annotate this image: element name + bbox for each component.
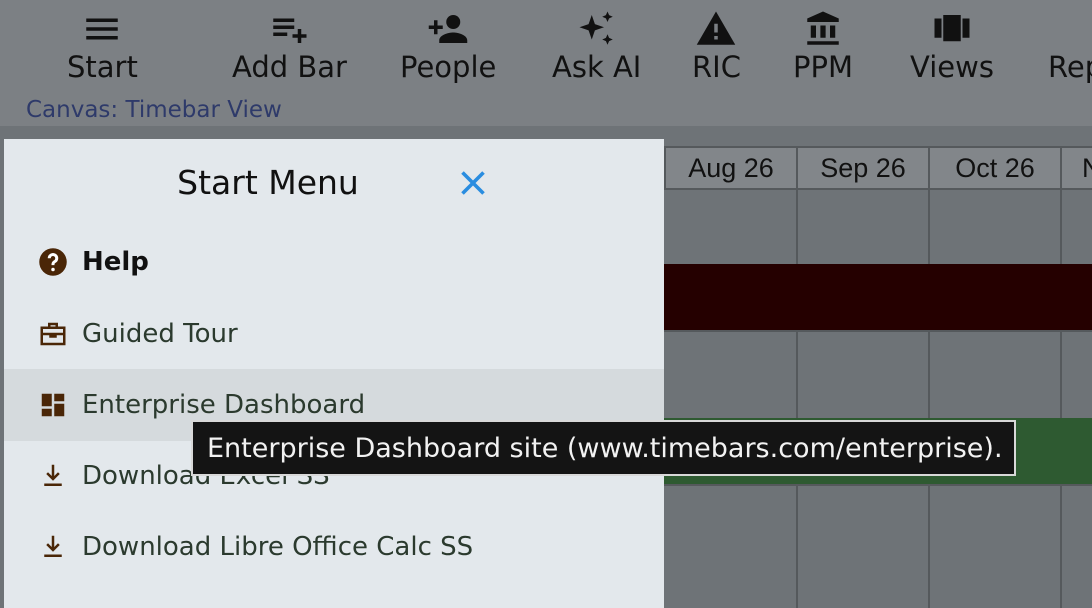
toolbar-ask-ai-button[interactable]: Ask AI xyxy=(552,8,641,82)
download-icon xyxy=(44,464,62,486)
close-icon xyxy=(461,171,485,195)
sparkles-icon xyxy=(579,11,613,45)
top-toolbar: Start Add Bar People Ask AI RIC PPM View… xyxy=(0,0,1092,126)
playlist-add-icon xyxy=(273,18,307,43)
person-add-icon xyxy=(428,15,468,43)
month-header: N xyxy=(1060,146,1092,190)
close-button[interactable] xyxy=(455,165,491,201)
grid-line xyxy=(796,190,798,608)
toolbar-views-button[interactable]: Views xyxy=(910,8,994,82)
toolbar-add-bar-label: Add Bar xyxy=(232,50,347,84)
toolbar-ppm-label: PPM xyxy=(793,50,853,84)
help-circle-icon xyxy=(39,248,67,276)
toolbar-views-label: Views xyxy=(910,50,994,84)
toolbar-people-label: People xyxy=(400,50,497,84)
download-icon xyxy=(44,535,62,557)
menu-item-label: Guided Tour xyxy=(82,319,238,349)
bank-icon xyxy=(807,11,839,45)
toolbar-rep-button[interactable]: Rep xyxy=(1048,8,1092,82)
toolbar-ask-ai-label: Ask AI xyxy=(552,50,642,84)
month-header: Sep 26 xyxy=(796,146,930,190)
start-menu-panel: Start Menu Help Guided Tour Enterprise D… xyxy=(4,139,664,608)
hamburger-menu-icon xyxy=(86,18,119,40)
month-header: Aug 26 xyxy=(664,146,798,190)
dashboard-icon xyxy=(41,393,65,417)
menu-item-label: Enterprise Dashboard xyxy=(82,390,366,420)
toolbar-start-button[interactable]: Start xyxy=(67,8,138,82)
toolbar-ppm-button[interactable]: PPM xyxy=(793,8,853,82)
report-icon xyxy=(1086,8,1092,50)
briefcase-icon xyxy=(40,322,66,346)
month-header: Oct 26 xyxy=(928,146,1062,190)
canvas-label: Canvas: Timebar View xyxy=(26,97,282,123)
row-divider xyxy=(664,330,1092,332)
toolbar-ric-button[interactable]: RIC xyxy=(692,8,741,82)
toolbar-rep-label: Rep xyxy=(1048,50,1092,84)
warning-icon xyxy=(697,11,736,45)
toolbar-add-bar-button[interactable]: Add Bar xyxy=(232,8,347,82)
grid-line xyxy=(928,190,930,608)
start-menu-title: Start Menu xyxy=(177,163,359,202)
row-divider xyxy=(664,484,1092,486)
menu-item-label: Help xyxy=(82,247,149,277)
menu-item-guided-tour[interactable]: Guided Tour xyxy=(4,298,664,370)
menu-item-help[interactable]: Help xyxy=(4,226,664,298)
tooltip: Enterprise Dashboard site (www.timebars.… xyxy=(191,420,1016,476)
view-carousel-icon xyxy=(934,15,970,42)
toolbar-ric-label: RIC xyxy=(692,50,741,84)
toolbar-people-button[interactable]: People xyxy=(400,8,496,82)
grid-line xyxy=(1060,190,1062,608)
toolbar-start-label: Start xyxy=(67,50,138,84)
menu-item-download-libre-office[interactable]: Download Libre Office Calc SS xyxy=(4,511,664,583)
timebar-dark[interactable] xyxy=(664,264,1092,330)
menu-item-label: Download Libre Office Calc SS xyxy=(82,532,474,562)
